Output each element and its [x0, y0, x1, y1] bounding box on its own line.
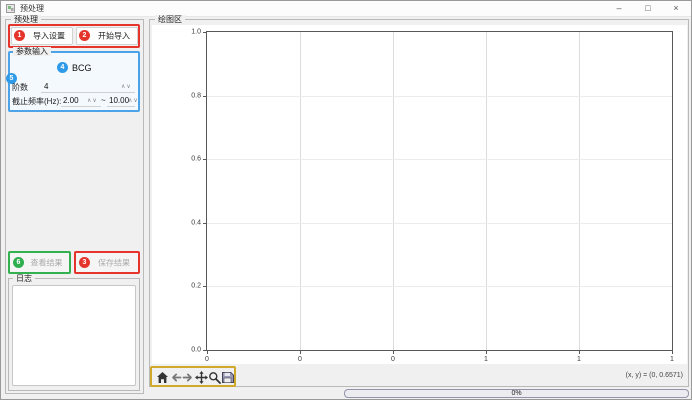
- order-spin-underline: [41, 92, 135, 93]
- window-title: 预处理: [20, 3, 44, 14]
- y-tick-label: 0.2: [191, 283, 201, 290]
- cutoff-separator: ~: [101, 96, 106, 105]
- badge-1: 1: [14, 30, 25, 41]
- forward-arrow-icon: [182, 371, 195, 384]
- progress-bar: 0%: [344, 389, 689, 398]
- toolbar-pan-button[interactable]: [195, 371, 208, 384]
- y-tick: [203, 286, 206, 287]
- y-tick-label: 0.6: [191, 156, 201, 163]
- x-tick: [207, 351, 208, 354]
- x-tick-label: 1: [484, 356, 488, 363]
- y-tick-label: 0.8: [191, 92, 201, 99]
- spin-down-icon[interactable]: ∨: [133, 98, 138, 104]
- x-tick-label: 0: [391, 356, 395, 363]
- x-tick-label: 0: [298, 356, 302, 363]
- title-bar: 预处理 – □ ×: [1, 1, 691, 17]
- plot-group-label: 绘图区: [155, 15, 185, 24]
- coordinate-readout: (x, y) = (0, 0.6571): [626, 372, 683, 379]
- toolbar-save-button[interactable]: [221, 371, 234, 384]
- cutoff-high-spinbox[interactable]: 10.00: [109, 96, 129, 105]
- back-arrow-icon: [169, 371, 182, 384]
- gridline: [207, 96, 672, 97]
- badge-3: 3: [79, 257, 90, 268]
- figure-canvas[interactable]: 0 0 0 1 1 1 0.0 0.2 0.4 0.6 0.8 1.0: [152, 25, 687, 364]
- y-tick: [203, 32, 206, 33]
- y-tick: [203, 350, 206, 351]
- gridline: [207, 286, 672, 287]
- cutoff-high-underline: [107, 106, 135, 107]
- x-tick-label: 1: [577, 356, 581, 363]
- x-tick-label: 1: [670, 356, 674, 363]
- toolbar-forward-button[interactable]: [182, 371, 195, 384]
- y-tick: [203, 223, 206, 224]
- import-settings-label: 导入设置: [26, 31, 72, 42]
- params-group-label: 参数输入: [13, 47, 51, 56]
- gridline: [486, 32, 487, 350]
- close-button[interactable]: ×: [662, 1, 690, 15]
- x-tick: [393, 351, 394, 354]
- badge-4: 4: [57, 62, 68, 73]
- cutoff-low-underline: [61, 106, 101, 107]
- annotation-box-toolbar: [150, 366, 236, 387]
- cutoff-high-spin-arrows[interactable]: ∧∨: [128, 97, 139, 104]
- y-tick-label: 0.0: [191, 347, 201, 354]
- view-results-label: 查看结果: [24, 257, 69, 268]
- start-import-label: 开始导入: [91, 31, 137, 42]
- order-spin-arrows[interactable]: ∧∨: [121, 83, 132, 90]
- log-textarea[interactable]: [12, 285, 136, 386]
- axes: 0001110.00.20.40.60.81.0: [206, 31, 673, 351]
- cutoff-low-spin-arrows[interactable]: ∧∨: [87, 97, 98, 104]
- gridline: [579, 32, 580, 350]
- cutoff-low-spinbox[interactable]: 2.00: [63, 96, 79, 105]
- x-tick-label: 0: [205, 356, 209, 363]
- app-window: 预处理 – □ × 预处理 导入设置 1 开始导入 2 参数输入 4 BCG 5…: [0, 0, 692, 400]
- spin-down-icon[interactable]: ∨: [92, 98, 97, 104]
- maximize-button[interactable]: □: [634, 1, 662, 15]
- progress-label: 0%: [345, 390, 688, 398]
- log-group-label: 日志: [13, 274, 35, 283]
- minimize-button[interactable]: –: [605, 1, 633, 15]
- y-tick-label: 0.4: [191, 219, 201, 226]
- spin-down-icon[interactable]: ∨: [126, 84, 131, 90]
- order-label: 阶数: [12, 82, 28, 93]
- gridline: [207, 159, 672, 160]
- x-tick: [579, 351, 580, 354]
- y-tick-label: 1.0: [191, 29, 201, 36]
- magnifier-icon: [208, 371, 221, 384]
- gridline: [207, 223, 672, 224]
- y-tick: [203, 159, 206, 160]
- badge-6: 6: [13, 257, 24, 268]
- gridline: [300, 32, 301, 350]
- save-icon: [221, 371, 234, 384]
- y-tick: [203, 96, 206, 97]
- toolbar-back-button[interactable]: [169, 371, 182, 384]
- home-icon: [156, 371, 169, 384]
- cutoff-label: 截止频率(Hz):: [12, 96, 61, 107]
- save-results-label: 保存结果: [90, 257, 138, 268]
- preprocess-group-label: 预处理: [11, 15, 41, 24]
- gridline: [393, 32, 394, 350]
- badge-2: 2: [79, 30, 90, 41]
- x-tick: [486, 351, 487, 354]
- order-spinbox[interactable]: 4: [44, 82, 48, 91]
- pan-icon: [195, 371, 208, 384]
- signal-type-label[interactable]: BCG: [72, 63, 92, 73]
- toolbar-home-button[interactable]: [156, 371, 169, 384]
- toolbar-zoom-button[interactable]: [208, 371, 221, 384]
- app-icon: [6, 4, 15, 13]
- x-tick: [672, 351, 673, 354]
- x-tick: [300, 351, 301, 354]
